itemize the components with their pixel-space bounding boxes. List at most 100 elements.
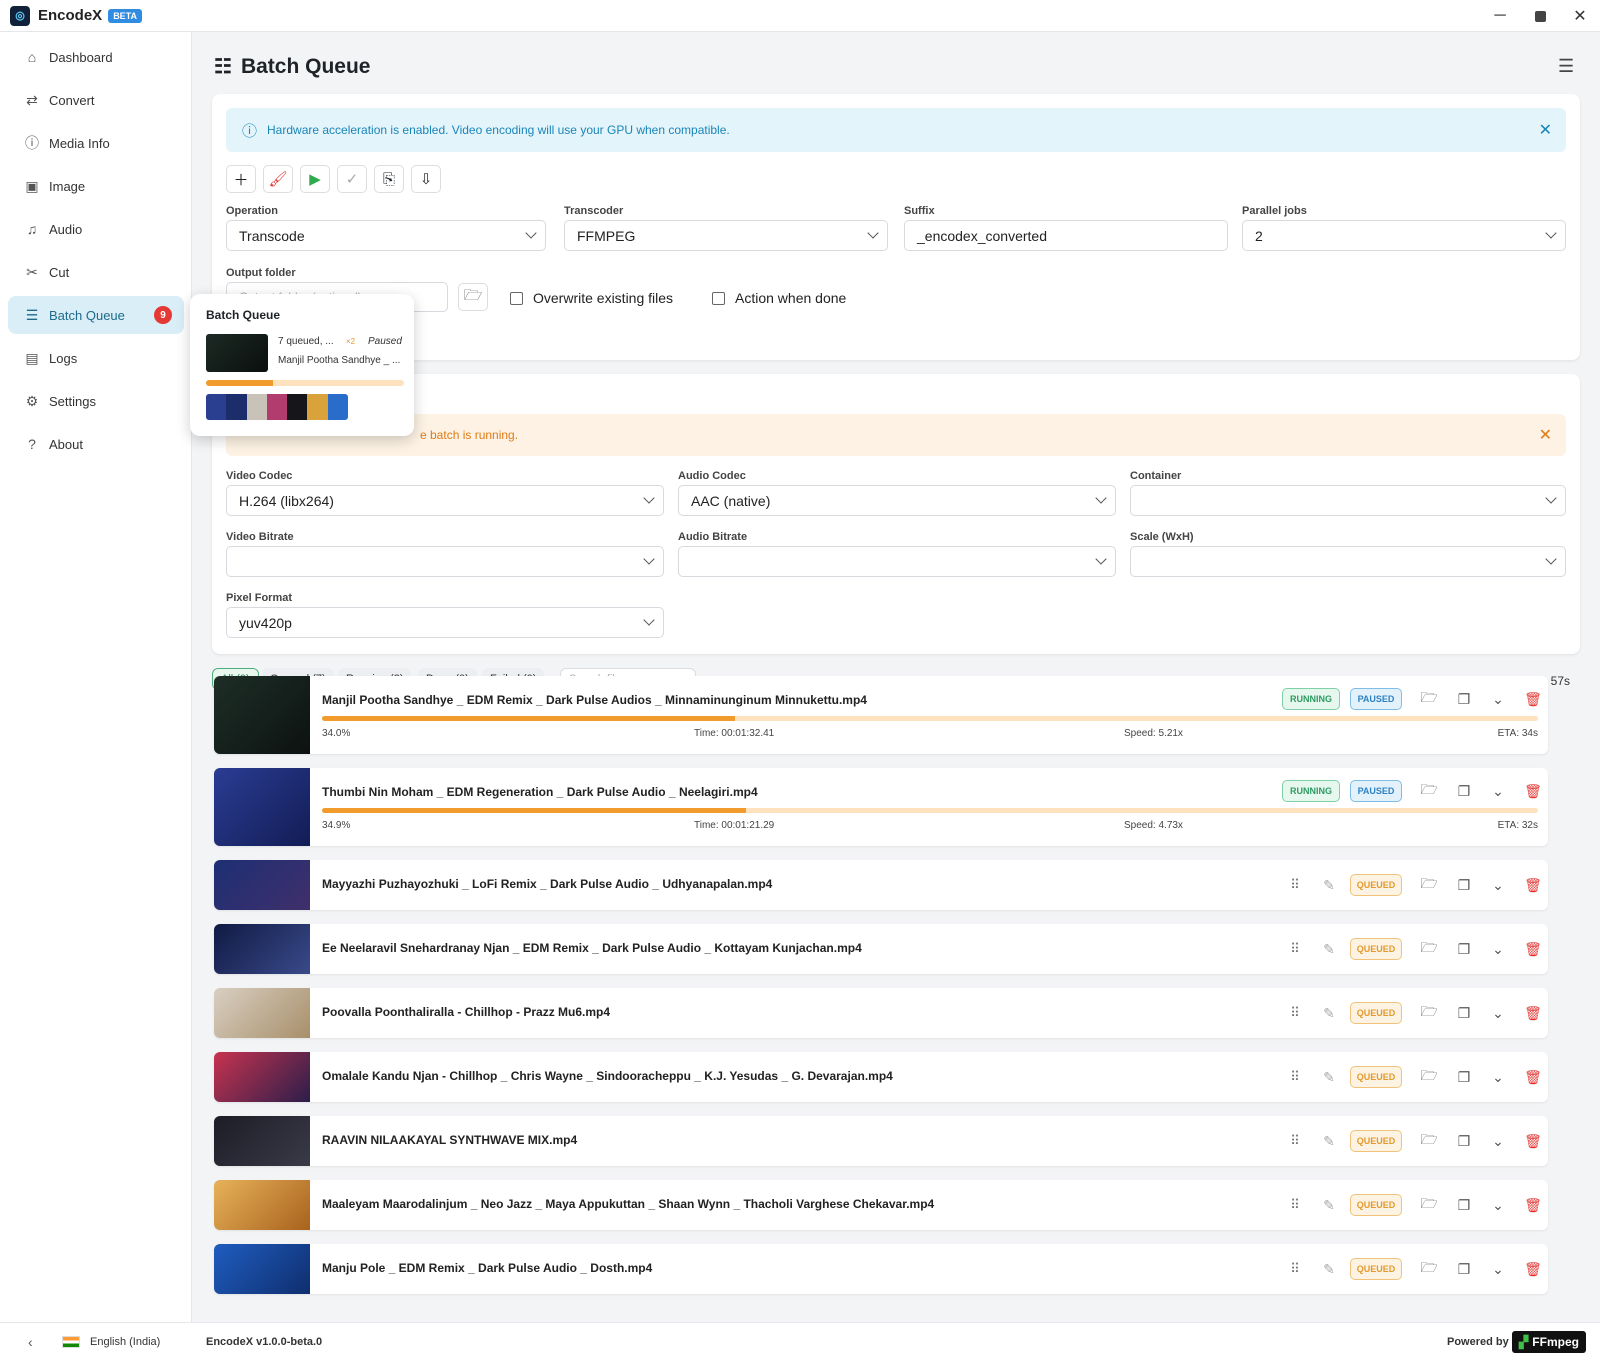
delete-icon[interactable]: 🗑 [1522, 874, 1544, 896]
sidebar-item-image[interactable]: ▣ Image [8, 167, 184, 205]
expand-chevron-icon[interactable]: ⌄ [1487, 938, 1509, 960]
video-codec-select[interactable]: H.264 (libx264) [226, 485, 664, 516]
delete-icon[interactable]: 🗑 [1522, 1066, 1544, 1088]
drag-handle-icon[interactable]: ⠿ [1284, 1002, 1306, 1024]
clear-done-button[interactable]: ✓ [337, 165, 367, 193]
drag-handle-icon[interactable]: ⠿ [1284, 1258, 1306, 1280]
drag-handle-icon[interactable]: ⠿ [1284, 1130, 1306, 1152]
add-files-button[interactable]: ＋ [226, 165, 256, 193]
drag-handle-icon[interactable]: ⠿ [1284, 1194, 1306, 1216]
sidebar-item-batch-queue[interactable]: ☰ Batch Queue 9 [8, 296, 184, 334]
pause-button[interactable]: PAUSED [1350, 780, 1402, 802]
close-window-icon[interactable]: ✕ [1560, 0, 1600, 32]
open-folder-icon[interactable]: 🗁 [1418, 688, 1440, 710]
pixel-format-select[interactable]: yuv420p [226, 607, 664, 638]
audio-bitrate-select[interactable] [678, 546, 1116, 577]
open-folder-icon[interactable]: 🗁 [1418, 1066, 1440, 1088]
sidebar-item-convert[interactable]: ⇄ Convert [8, 81, 184, 119]
copy-icon[interactable]: ❐ [1453, 1258, 1475, 1280]
open-folder-icon[interactable]: 🗁 [1418, 1002, 1440, 1024]
import-queue-button[interactable]: ⇩ [411, 165, 441, 193]
copy-icon[interactable]: ❐ [1453, 1130, 1475, 1152]
audio-codec-select[interactable]: AAC (native) [678, 485, 1116, 516]
clear-queue-button[interactable]: 🖌 [263, 165, 293, 193]
copy-icon[interactable]: ❐ [1453, 1002, 1475, 1024]
export-queue-button[interactable]: ⎘ [374, 165, 404, 193]
drag-handle-icon[interactable]: ⠿ [1284, 1066, 1306, 1088]
open-folder-icon[interactable]: 🗁 [1418, 938, 1440, 960]
queue-row[interactable]: Mayyazhi Puzhayozhuki _ LoFi Remix _ Dar… [214, 860, 1548, 910]
delete-icon[interactable]: 🗑 [1522, 688, 1544, 710]
dismiss-alert-icon[interactable]: ✕ [1539, 425, 1552, 445]
open-folder-icon[interactable]: 🗁 [1418, 874, 1440, 896]
drag-handle-icon[interactable]: ⠿ [1284, 874, 1306, 896]
scale-select[interactable] [1130, 546, 1566, 577]
drag-handle-icon[interactable]: ⠿ [1284, 938, 1306, 960]
delete-icon[interactable]: 🗑 [1522, 780, 1544, 802]
sidebar-item-dashboard[interactable]: ⌂ Dashboard [8, 38, 184, 76]
queue-row[interactable]: Maaleyam Maarodalinjum _ Neo Jazz _ Maya… [214, 1180, 1548, 1230]
queue-row[interactable]: Ee Neelaravil Snehardranay Njan _ EDM Re… [214, 924, 1548, 974]
container-select[interactable] [1130, 485, 1566, 516]
sidebar-item-cut[interactable]: ✂ Cut [8, 253, 184, 291]
queue-row[interactable]: Manju Pole _ EDM Remix _ Dark Pulse Audi… [214, 1244, 1548, 1294]
expand-chevron-icon[interactable]: ⌄ [1487, 1066, 1509, 1088]
delete-icon[interactable]: 🗑 [1522, 1002, 1544, 1024]
sidebar-item-media-info[interactable]: ⓘ Media Info [8, 124, 184, 162]
maximize-icon[interactable] [1520, 0, 1560, 32]
swap-icon: ⇄ [26, 91, 38, 108]
edit-icon[interactable]: ✎ [1318, 1002, 1340, 1024]
copy-icon[interactable]: ❐ [1453, 938, 1475, 960]
open-folder-icon[interactable]: 🗁 [1418, 1194, 1440, 1216]
edit-icon[interactable]: ✎ [1318, 1194, 1340, 1216]
delete-icon[interactable]: 🗑 [1522, 938, 1544, 960]
sidebar-item-audio[interactable]: ♫ Audio [8, 210, 184, 248]
queue-row[interactable]: Omalale Kandu Njan - Chillhop _ Chris Wa… [214, 1052, 1548, 1102]
sidebar-item-settings[interactable]: ⚙ Settings [8, 382, 184, 420]
language-selector[interactable]: English (India) [90, 1336, 160, 1348]
queue-menu-icon[interactable]: ☰ [1558, 56, 1574, 77]
expand-chevron-icon[interactable]: ⌄ [1487, 1130, 1509, 1152]
transcoder-select[interactable]: FFMPEG [564, 220, 888, 251]
queue-row[interactable]: Manjil Pootha Sandhye _ EDM Remix _ Dark… [214, 676, 1548, 754]
pause-button[interactable]: PAUSED [1350, 688, 1402, 710]
sidebar-item-logs[interactable]: ▤ Logs [8, 339, 184, 377]
action-when-done-checkbox[interactable]: Action when done [712, 290, 846, 306]
edit-icon[interactable]: ✎ [1318, 1066, 1340, 1088]
sidebar-item-about[interactable]: ? About [8, 425, 184, 463]
edit-icon[interactable]: ✎ [1318, 1258, 1340, 1280]
expand-chevron-icon[interactable]: ⌄ [1487, 1002, 1509, 1024]
delete-icon[interactable]: 🗑 [1522, 1194, 1544, 1216]
copy-icon[interactable]: ❐ [1453, 1194, 1475, 1216]
edit-icon[interactable]: ✎ [1318, 874, 1340, 896]
edit-icon[interactable]: ✎ [1318, 938, 1340, 960]
video-bitrate-select[interactable] [226, 546, 664, 577]
copy-icon[interactable]: ❐ [1453, 874, 1475, 896]
operation-select[interactable]: Transcode [226, 220, 546, 251]
expand-chevron-icon[interactable]: ⌄ [1487, 1194, 1509, 1216]
copy-icon[interactable]: ❐ [1453, 780, 1475, 802]
expand-chevron-icon[interactable]: ⌄ [1487, 780, 1509, 802]
open-folder-icon[interactable]: 🗁 [1418, 1130, 1440, 1152]
copy-icon[interactable]: ❐ [1453, 1066, 1475, 1088]
delete-icon[interactable]: 🗑 [1522, 1130, 1544, 1152]
overwrite-checkbox[interactable]: Overwrite existing files [510, 290, 673, 306]
dismiss-alert-icon[interactable]: ✕ [1539, 120, 1552, 140]
delete-icon[interactable]: 🗑 [1522, 1258, 1544, 1280]
copy-icon[interactable]: ❐ [1453, 688, 1475, 710]
collapse-sidebar-icon[interactable]: ‹ [28, 1334, 33, 1350]
edit-icon[interactable]: ✎ [1318, 1130, 1340, 1152]
expand-chevron-icon[interactable]: ⌄ [1487, 1258, 1509, 1280]
minimize-icon[interactable]: ─ [1480, 0, 1520, 32]
queue-row[interactable]: Poovalla Poonthaliralla - Chillhop - Pra… [214, 988, 1548, 1038]
suffix-input[interactable]: _encodex_converted [904, 220, 1228, 251]
queue-row[interactable]: RAAVIN NILAAKAYAL SYNTHWAVE MIX.mp4 ⠿ ✎ QUE… [214, 1116, 1548, 1166]
expand-chevron-icon[interactable]: ⌄ [1487, 688, 1509, 710]
queue-row[interactable]: Thumbi Nin Moham _ EDM Regeneration _ Da… [214, 768, 1548, 846]
parallel-jobs-select[interactable]: 2 [1242, 220, 1566, 251]
browse-folder-button[interactable]: 🗁 [458, 283, 488, 311]
expand-chevron-icon[interactable]: ⌄ [1487, 874, 1509, 896]
start-button[interactable]: ▶ [300, 165, 330, 193]
open-folder-icon[interactable]: 🗁 [1418, 1258, 1440, 1280]
open-folder-icon[interactable]: 🗁 [1418, 780, 1440, 802]
